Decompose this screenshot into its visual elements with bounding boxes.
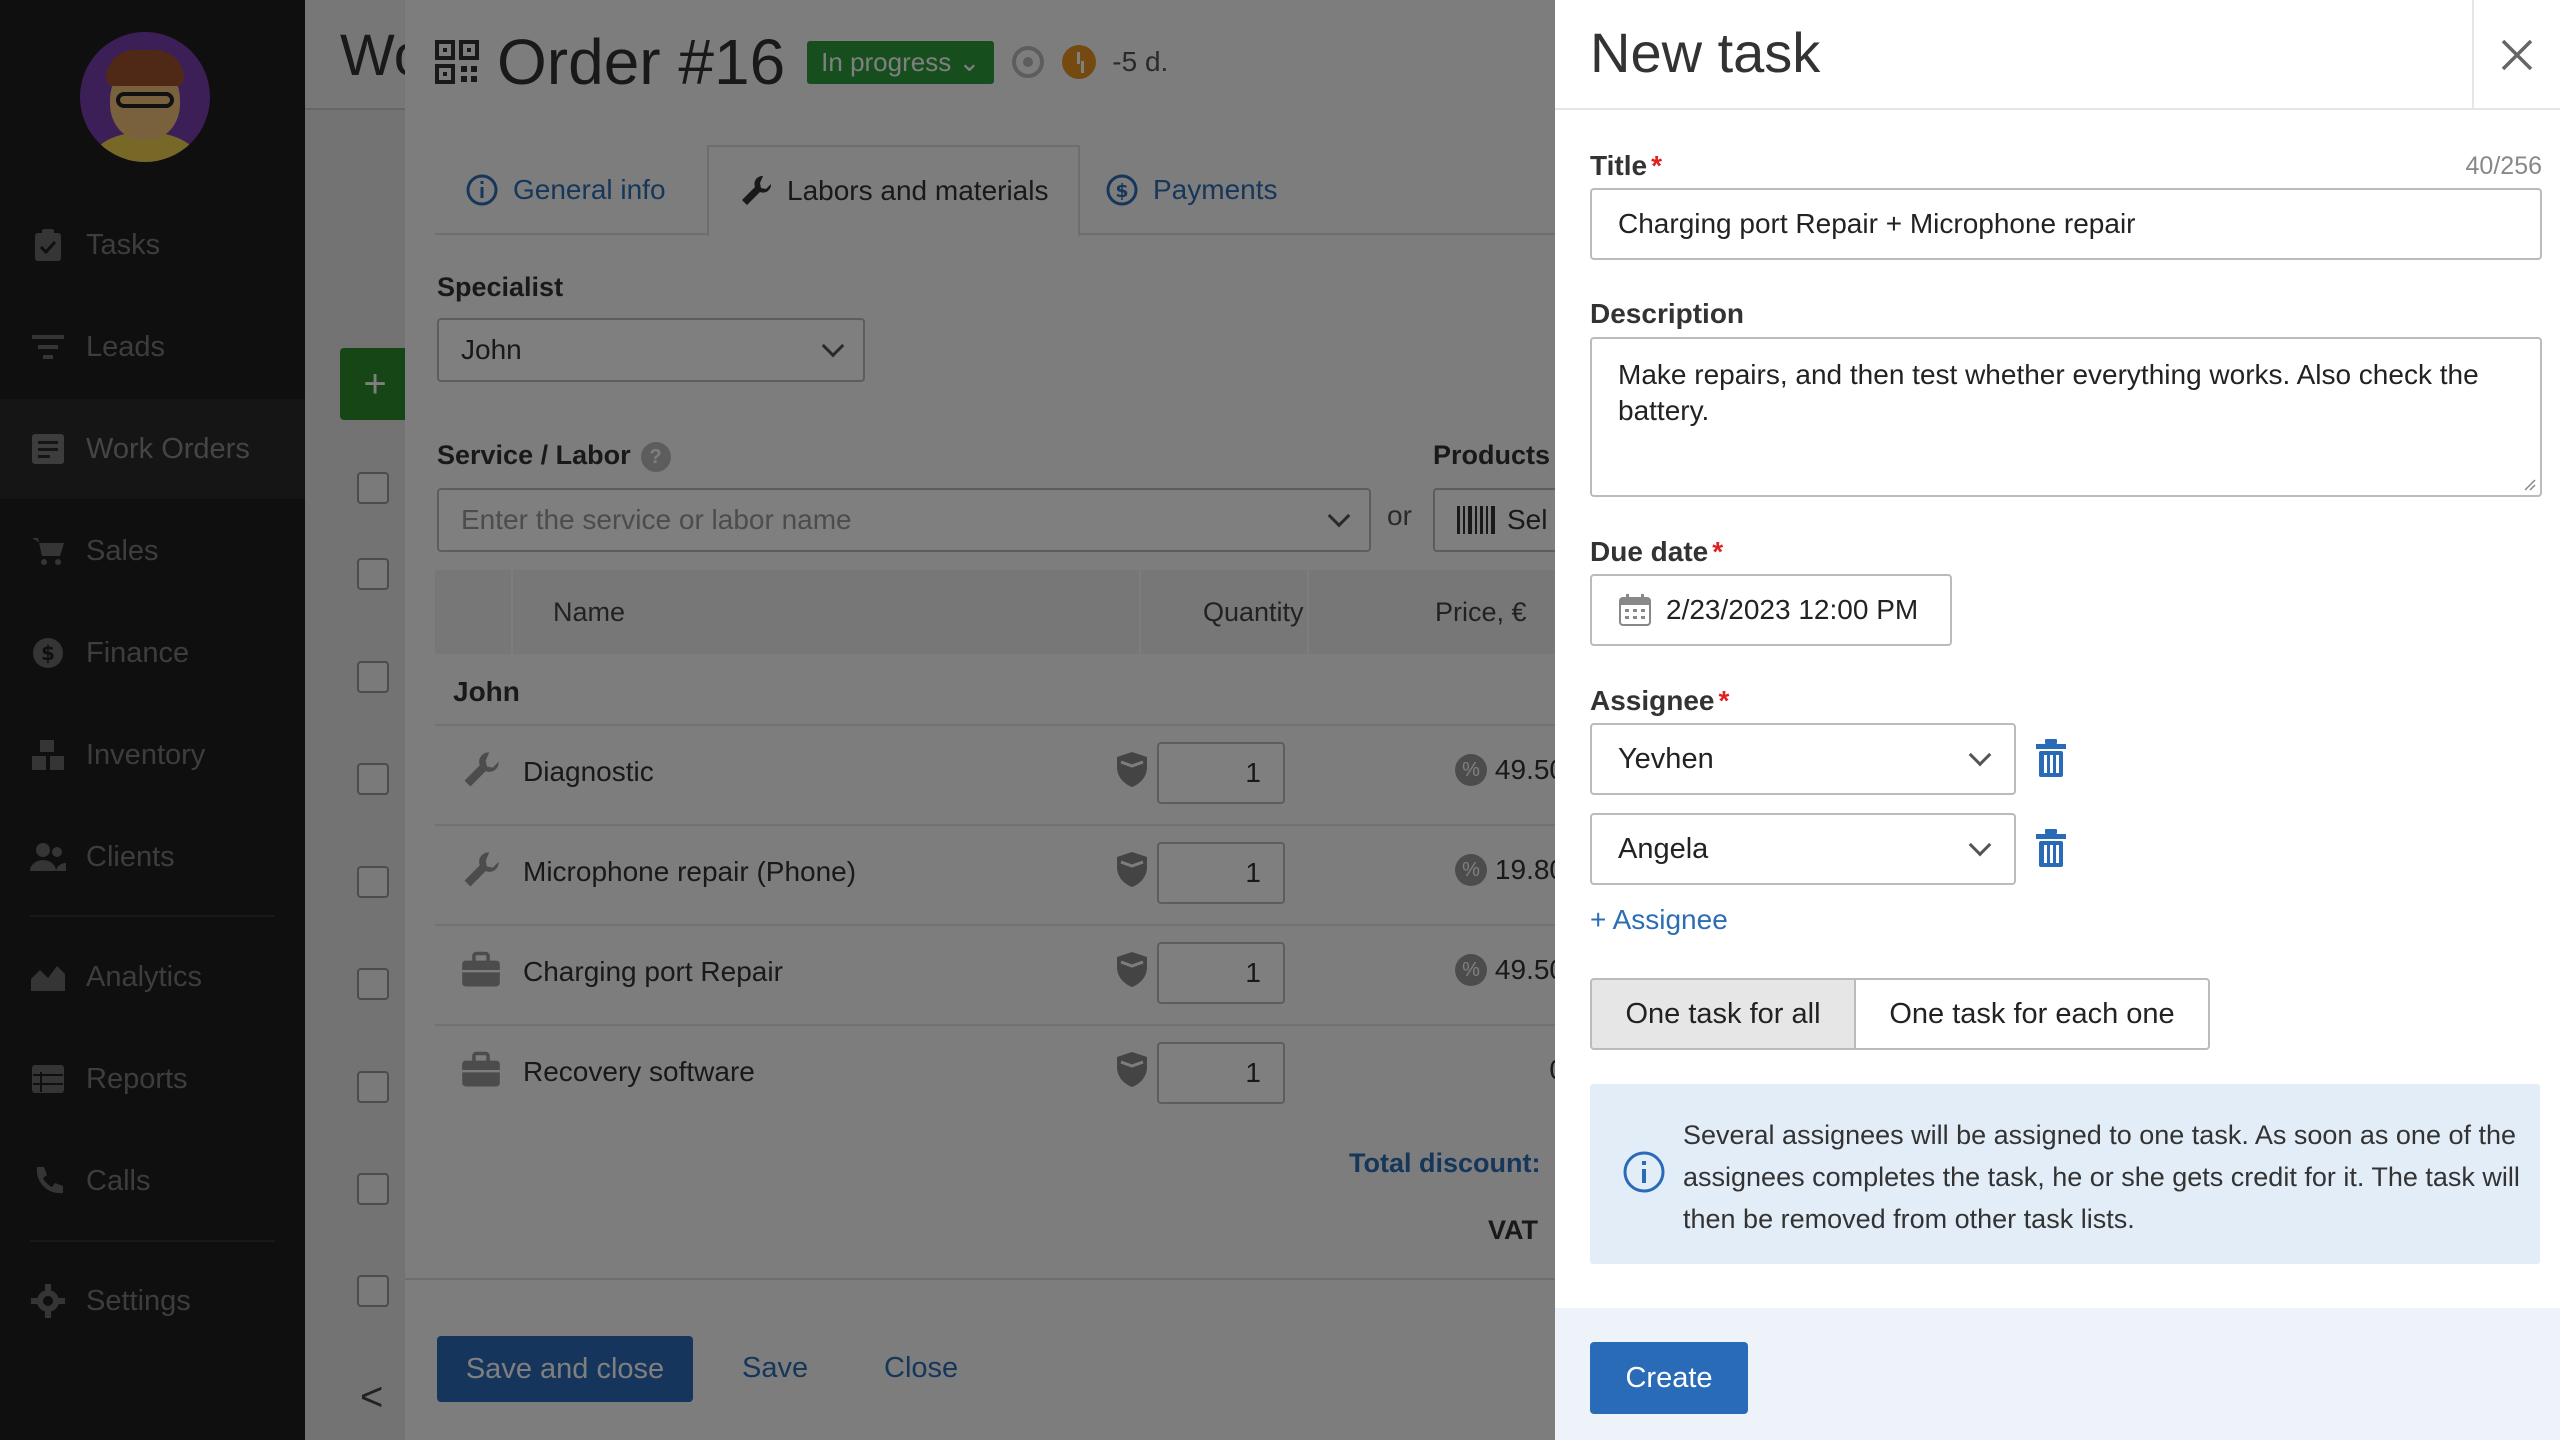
required-mark: * bbox=[1712, 536, 1724, 567]
info-text: Several assignees will be assigned to on… bbox=[1683, 1120, 2520, 1234]
due-date-input[interactable]: 2/23/2023 12:00 PM bbox=[1590, 574, 1952, 646]
title-label-text: Title bbox=[1590, 150, 1648, 181]
info-icon bbox=[1623, 1151, 1665, 1193]
trash-icon[interactable] bbox=[2033, 828, 2069, 868]
due-date-label-text: Due date bbox=[1590, 536, 1709, 567]
assignee-value: Yevhen bbox=[1618, 743, 1714, 775]
close-icon bbox=[2501, 39, 2533, 71]
modal-backdrop[interactable] bbox=[0, 0, 1555, 1440]
description-label: Description bbox=[1590, 298, 1745, 329]
calendar-icon bbox=[1619, 594, 1651, 626]
panel-title: New task bbox=[1590, 21, 1821, 84]
title-input[interactable]: Charging port Repair + Microphone repair bbox=[1590, 188, 2542, 260]
trash-icon[interactable] bbox=[2033, 738, 2069, 778]
due-date-value: 2/23/2023 12:00 PM bbox=[1666, 594, 1919, 625]
title-label: Title * bbox=[1590, 150, 1662, 182]
assignee-label-text: Assignee bbox=[1590, 685, 1715, 716]
mode-one-task-for-all[interactable]: One task for all bbox=[1590, 978, 1856, 1050]
required-mark: * bbox=[1651, 150, 1662, 181]
required-mark: * bbox=[1718, 685, 1730, 716]
description-text: Make repairs, and then test whether ever… bbox=[1618, 359, 2479, 426]
panel-header: New task bbox=[1555, 0, 2560, 110]
assignee-select[interactable]: Angela bbox=[1590, 813, 2016, 885]
info-box: Several assignees will be assigned to on… bbox=[1590, 1084, 2540, 1264]
title-char-counter: 40/256 bbox=[2465, 152, 2542, 180]
new-task-panel: New task Title * 40/256 Charging port Rep… bbox=[1555, 0, 2560, 1440]
panel-footer: Create bbox=[1555, 1308, 2560, 1440]
description-textarea[interactable]: Make repairs, and then test whether ever… bbox=[1590, 337, 2542, 497]
mode-one-task-for-each[interactable]: One task for each one bbox=[1856, 978, 2210, 1050]
add-assignee-link[interactable]: + Assignee bbox=[1590, 904, 1728, 936]
close-panel-button[interactable] bbox=[2472, 0, 2560, 110]
create-button[interactable]: Create bbox=[1590, 1342, 1748, 1414]
assignee-select[interactable]: Yevhen bbox=[1590, 723, 2016, 795]
resize-handle-icon[interactable] bbox=[2522, 477, 2536, 491]
due-date-label: Due date * bbox=[1590, 536, 1723, 568]
assignee-label: Assignee * bbox=[1590, 685, 1729, 717]
chevron-down-icon bbox=[1968, 743, 1992, 767]
chevron-down-icon bbox=[1968, 833, 1992, 857]
assignee-value: Angela bbox=[1618, 833, 1709, 865]
